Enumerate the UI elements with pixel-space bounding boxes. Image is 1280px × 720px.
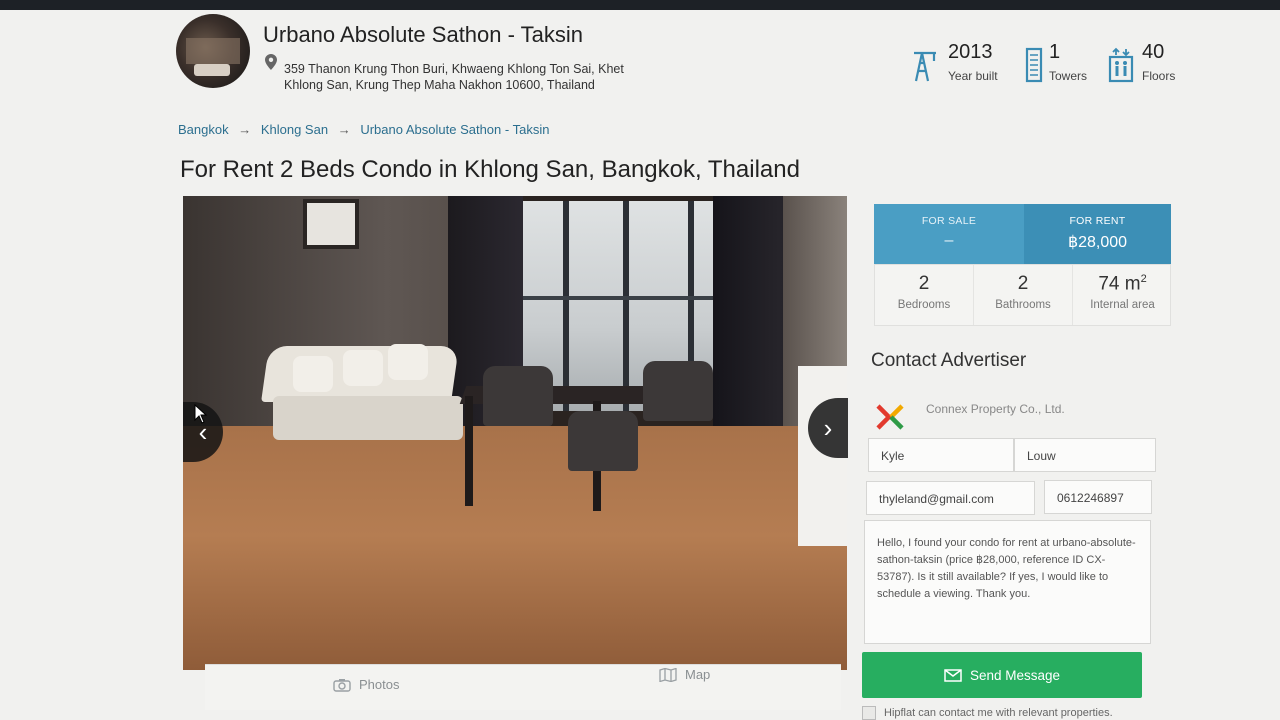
breadcrumb-link-bangkok[interactable]: Bangkok — [178, 122, 229, 137]
fact-internal-area: 74 m2 Internal area — [1090, 273, 1155, 312]
send-message-button[interactable]: Send Message — [862, 652, 1142, 698]
listing-page: Urbano Absolute Sathon - Taksin 359 Than… — [0, 10, 1280, 720]
consent-row: Hipflat can contact me with relevant pro… — [862, 706, 1113, 720]
agency-logo-icon — [876, 404, 904, 430]
location-pin-icon — [265, 54, 277, 70]
gallery-tabs: Photos Map — [205, 664, 841, 710]
building-title: Urbano Absolute Sathon - Taksin — [263, 22, 584, 47]
first-name-field[interactable]: Kyle — [868, 438, 1014, 472]
last-name-field[interactable]: Louw — [1014, 438, 1156, 472]
envelope-icon — [944, 668, 962, 682]
screen-top-bezel — [0, 0, 1280, 10]
agency-name[interactable]: Connex Property Co., Ltd. — [926, 402, 1065, 416]
page-title: For Rent 2 Beds Condo in Khlong San, Ban… — [180, 156, 800, 183]
consent-checkbox[interactable] — [862, 706, 876, 720]
price-box: FOR SALE – FOR RENT ฿28,000 — [874, 204, 1171, 264]
phone-field[interactable]: 0612246897 — [1044, 480, 1152, 514]
crane-icon — [914, 51, 936, 82]
contact-heading: Contact Advertiser — [871, 350, 1027, 371]
fact-bathrooms: 2 Bathrooms — [974, 265, 1073, 325]
breadcrumb: Bangkok → Khlong San → Urbano Absolute S… — [178, 122, 555, 137]
for-sale-panel: FOR SALE – — [874, 204, 1024, 264]
consent-label: Hipflat can contact me with relevant pro… — [884, 707, 1113, 719]
tab-photos[interactable]: Photos — [333, 677, 399, 692]
email-field[interactable]: thyleland@gmail.com — [866, 481, 1035, 515]
elevator-icon — [1108, 47, 1134, 83]
property-facts: 2 Bedrooms 2 Bathrooms 74 m2 Internal ar… — [874, 264, 1171, 326]
map-icon — [659, 667, 677, 682]
message-textarea[interactable]: Hello, I found your condo for rent at ur… — [864, 520, 1151, 644]
fact-bedrooms: 2 Bedrooms — [875, 265, 974, 325]
listing-photo[interactable] — [183, 196, 847, 670]
for-rent-panel: FOR RENT ฿28,000 — [1024, 204, 1171, 264]
mouse-cursor-icon — [194, 404, 208, 424]
chevron-right-icon: › — [823, 412, 833, 443]
tower-icon — [1025, 47, 1043, 83]
breadcrumb-separator: → — [337, 122, 351, 137]
camera-icon — [333, 678, 351, 692]
building-address: 359 Thanon Krung Thon Buri, Khwaeng Khlo… — [284, 62, 624, 92]
breadcrumb-separator: → — [238, 122, 252, 137]
breadcrumb-link-khlong-san[interactable]: Khlong San — [261, 122, 328, 137]
breadcrumb-link-building[interactable]: Urbano Absolute Sathon - Taksin — [360, 122, 549, 137]
building-avatar[interactable] — [176, 14, 250, 88]
tab-map[interactable]: Map — [659, 667, 710, 682]
